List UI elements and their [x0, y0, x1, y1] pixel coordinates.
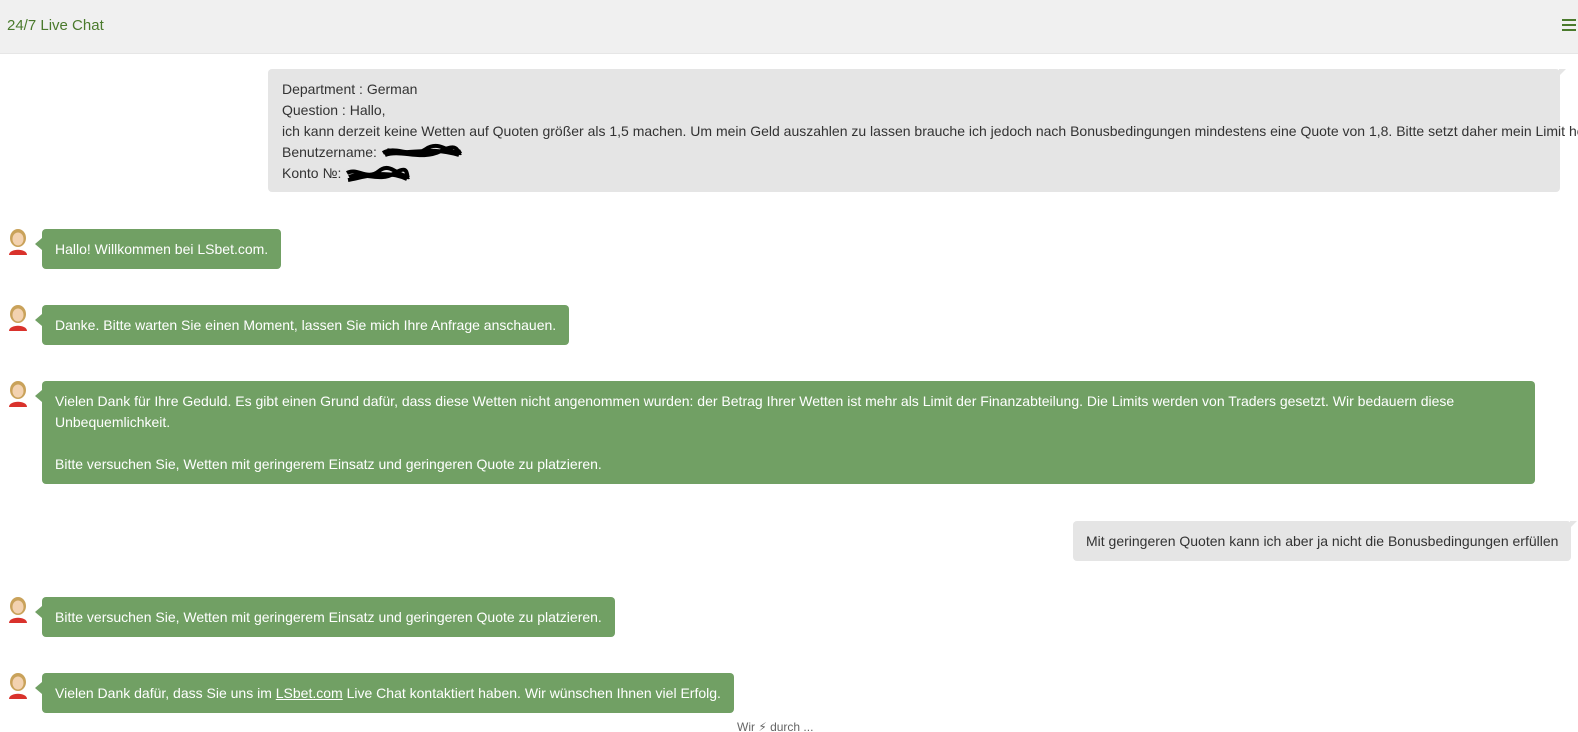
agent-message: Hallo! Willkommen bei LSbet.com. — [34, 229, 282, 269]
agent-message: Bitte versuchen Sie, Wetten mit geringer… — [35, 597, 615, 637]
account-label: Konto №: — [282, 165, 342, 182]
account-line: Konto №: — [282, 163, 1546, 184]
agent-avatar-icon — [9, 381, 27, 407]
department-line: Department : German — [282, 81, 418, 97]
agent-message-text: Hallo! Willkommen bei LSbet.com. — [55, 241, 269, 257]
username-label: Benutzername: — [282, 144, 377, 160]
agent-message: Vielen Dank dafür, dass Sie uns im LSbet… — [35, 673, 734, 713]
redaction-scribble-icon — [381, 144, 462, 158]
agent-message: Vielen Dank für Ihre Geduld. Es gibt ein… — [35, 381, 1535, 484]
agent-message-text: Danke. Bitte warten Sie einen Moment, la… — [55, 317, 557, 333]
agent-avatar-icon — [9, 673, 27, 699]
redaction-scribble-icon — [346, 165, 411, 182]
agent-message-text: Bitte versuchen Sie, Wetten mit geringer… — [55, 456, 602, 472]
user-message-text: Mit geringeren Quoten kann ich aber ja n… — [1086, 533, 1559, 549]
agent-message: Danke. Bitte warten Sie einen Moment, la… — [34, 305, 570, 345]
user-message: Mit geringeren Quoten kann ich aber ja n… — [1073, 521, 1578, 561]
agent-avatar-icon — [9, 229, 27, 255]
footer-note: Wir ⚡ durch ... — [737, 720, 814, 732]
agent-avatar-icon — [9, 597, 27, 623]
lsbet-link[interactable]: LSbet.com — [276, 685, 343, 701]
username-line: Benutzername: — [282, 142, 1546, 163]
agent-message-text: Bitte versuchen Sie, Wetten mit geringer… — [55, 609, 602, 625]
agent-avatar-icon — [9, 305, 27, 331]
agent-message-text-before: Vielen Dank dafür, dass Sie uns im — [55, 685, 272, 701]
chat-header: 24/7 Live Chat — [0, 0, 1578, 54]
hamburger-menu-icon[interactable] — [1560, 17, 1578, 33]
agent-message-text: Vielen Dank für Ihre Geduld. Es gibt ein… — [55, 393, 1455, 430]
question-line: Question : Hallo, — [282, 102, 386, 118]
user-message-initial: Department : German Question : Hallo, ic… — [268, 69, 1578, 192]
agent-message-text-after: Live Chat kontaktiert haben. Wir wünsche… — [346, 685, 721, 701]
question-body: ich kann derzeit keine Wetten auf Quoten… — [282, 123, 1578, 139]
chat-title: 24/7 Live Chat — [7, 17, 104, 34]
